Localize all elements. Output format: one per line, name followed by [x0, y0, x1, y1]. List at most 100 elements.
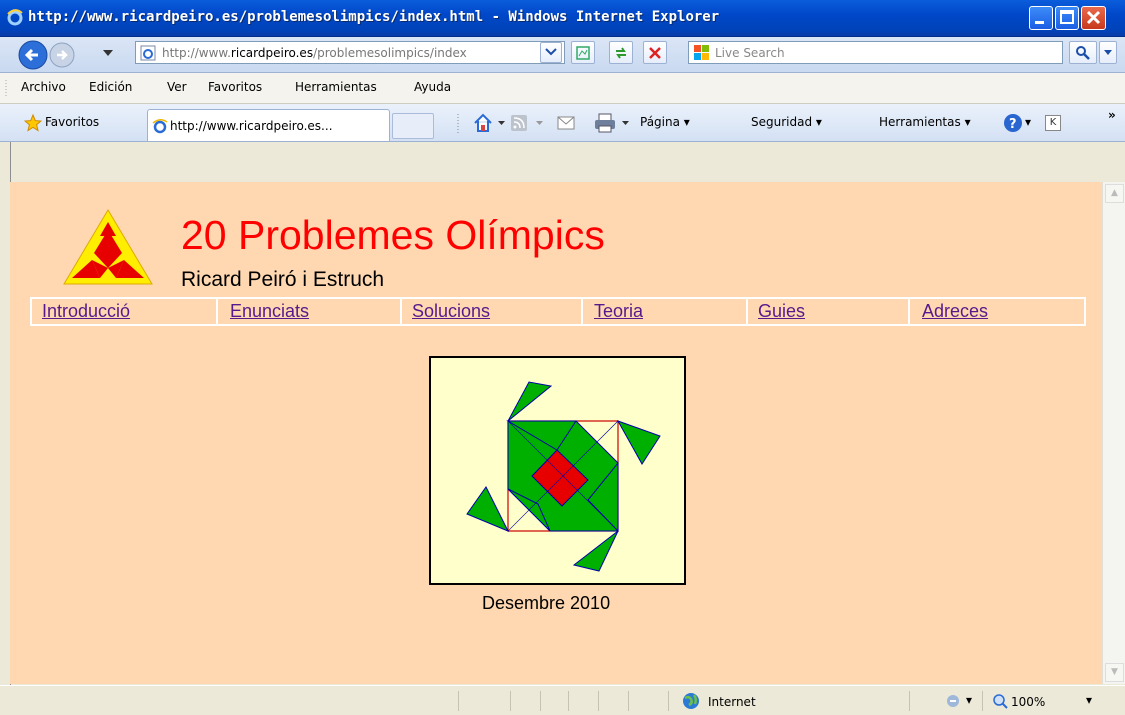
history-dropdown-icon[interactable]: [103, 50, 113, 58]
close-button[interactable]: [1081, 6, 1106, 30]
triangle-logo: [63, 209, 153, 285]
home-icon[interactable]: [473, 113, 493, 133]
print-dropdown-icon[interactable]: [622, 121, 629, 126]
nav-link-enunciats[interactable]: Enunciats: [230, 301, 309, 322]
close-icon: [1086, 10, 1101, 25]
browser-tab[interactable]: http://www.ricardpeiro.es...: [147, 109, 390, 141]
ie-logo-icon: [7, 9, 23, 26]
site-navigation: Introducció Enunciats Solucions Teoria G…: [30, 297, 1086, 326]
title-bar[interactable]: http://www.ricardpeiro.es/problemesolimp…: [0, 0, 1125, 37]
toolbar-overflow-icon[interactable]: »: [1108, 108, 1116, 122]
internet-globe-icon: [683, 693, 699, 709]
zoom-dropdown-icon[interactable]: ▾: [1086, 693, 1092, 707]
nav-separator: [581, 299, 583, 324]
status-cell: [540, 691, 541, 711]
menu-ayuda[interactable]: Ayuda: [414, 80, 451, 94]
nav-link-guies[interactable]: Guies: [758, 301, 805, 322]
feeds-dropdown-icon[interactable]: [536, 121, 543, 126]
favorites-button[interactable]: Favoritos: [45, 115, 99, 129]
chevron-down-icon: [545, 48, 557, 56]
address-dropdown-button[interactable]: [540, 42, 562, 63]
page-content: 20 Problemes Olímpics Ricard Peiró i Est…: [10, 182, 1102, 684]
address-bar[interactable]: http://www.ricardpeiro.es/problemesolimp…: [135, 41, 565, 64]
maximize-button[interactable]: [1055, 6, 1079, 30]
window-title: http://www.ricardpeiro.es/problemesolimp…: [28, 9, 720, 25]
minimize-icon: [1035, 21, 1044, 24]
chevron-down-icon: [1104, 50, 1112, 55]
feeds-icon[interactable]: [511, 115, 527, 131]
page-menu[interactable]: Página ▾: [640, 115, 690, 129]
security-menu-label: Seguridad: [751, 115, 813, 129]
stop-button[interactable]: [643, 41, 667, 64]
search-placeholder: Live Search: [715, 46, 785, 60]
ie-tab-icon: [152, 119, 168, 134]
search-icon: [1076, 46, 1090, 60]
nav-separator: [908, 299, 910, 324]
protected-mode-icon[interactable]: [945, 694, 961, 708]
status-cell: [982, 691, 983, 711]
menu-bar: Archivo Edición Ver Favoritos Herramient…: [0, 73, 1125, 104]
menu-edicion[interactable]: Edición: [89, 80, 132, 94]
svg-text:?: ?: [1009, 117, 1017, 132]
tools-menu-label: Herramientas: [879, 115, 961, 129]
tools-menu[interactable]: Herramientas ▾: [879, 115, 971, 129]
maximize-icon: [1060, 10, 1074, 24]
favorites-bar: Favoritos http://www.ricardpeiro.es... P…: [0, 104, 1125, 142]
scroll-up-button[interactable]: ▲: [1105, 184, 1124, 203]
menu-archivo[interactable]: Archivo: [21, 80, 66, 94]
browser-window: http://www.ricardpeiro.es/problemesolimp…: [0, 0, 1125, 715]
refresh-icon: [616, 47, 626, 59]
geometry-figure: [429, 356, 686, 585]
menu-favoritos[interactable]: Favoritos: [208, 80, 262, 94]
compatibility-view-button[interactable]: [571, 41, 595, 64]
security-zone-label: Internet: [708, 695, 756, 709]
nav-link-adreces[interactable]: Adreces: [922, 301, 988, 322]
security-menu[interactable]: Seguridad ▾: [751, 115, 822, 129]
search-button[interactable]: [1069, 41, 1097, 64]
page-author: Ricard Peiró i Estruch: [181, 268, 385, 291]
help-dropdown-icon[interactable]: ▾: [1025, 115, 1031, 129]
forward-button[interactable]: [49, 42, 75, 68]
new-tab-button[interactable]: [392, 113, 434, 139]
vertical-scrollbar[interactable]: ▲ ▼: [1102, 182, 1125, 684]
menu-ver[interactable]: Ver: [167, 80, 187, 94]
navigation-bar: http://www.ricardpeiro.es/problemesolimp…: [0, 37, 1125, 73]
status-cell: [568, 691, 569, 711]
search-box[interactable]: Live Search: [688, 41, 1063, 64]
status-cell: [458, 691, 459, 711]
search-options-button[interactable]: [1099, 41, 1117, 64]
address-path: /problemesolimpics/index: [313, 46, 467, 60]
status-cell: [598, 691, 599, 711]
refresh-button[interactable]: [609, 41, 633, 64]
nav-separator: [746, 299, 748, 324]
home-dropdown-icon[interactable]: [498, 121, 505, 126]
nav-link-solucions[interactable]: Solucions: [412, 301, 490, 322]
minimize-button[interactable]: [1029, 6, 1053, 30]
zoom-level[interactable]: 100%: [1011, 695, 1045, 709]
nav-separator: [400, 299, 402, 324]
page-icon: [140, 45, 156, 61]
page-title: 20 Problemes Olímpics: [181, 212, 605, 258]
mail-icon[interactable]: [557, 116, 575, 130]
status-cell: [909, 691, 910, 711]
menu-herramientas[interactable]: Herramientas: [295, 80, 377, 94]
nav-link-teoria[interactable]: Teoria: [594, 301, 643, 322]
zoom-icon[interactable]: [992, 693, 1008, 709]
protected-mode-dropdown-icon[interactable]: ▾: [966, 693, 972, 707]
back-button[interactable]: [18, 40, 48, 70]
status-cell: [668, 691, 669, 711]
status-bar: Internet ▾ 100% ▾: [0, 685, 1125, 715]
help-icon[interactable]: ?: [1003, 113, 1023, 133]
page-menu-label: Página: [640, 115, 680, 129]
favorites-star-icon: [24, 114, 42, 132]
scroll-down-button[interactable]: ▼: [1105, 663, 1124, 682]
nav-separator: [216, 299, 218, 324]
figure-caption: Desembre 2010: [482, 593, 611, 613]
nav-link-introduccio[interactable]: Introducció: [42, 301, 130, 322]
address-prefix: http://www.: [162, 46, 231, 60]
toolbar-divider: [457, 114, 459, 134]
tab-title: http://www.ricardpeiro.es...: [170, 119, 333, 133]
k-toolbar-button[interactable]: K: [1045, 115, 1061, 131]
print-icon[interactable]: [594, 113, 616, 133]
status-cell: [510, 691, 511, 711]
